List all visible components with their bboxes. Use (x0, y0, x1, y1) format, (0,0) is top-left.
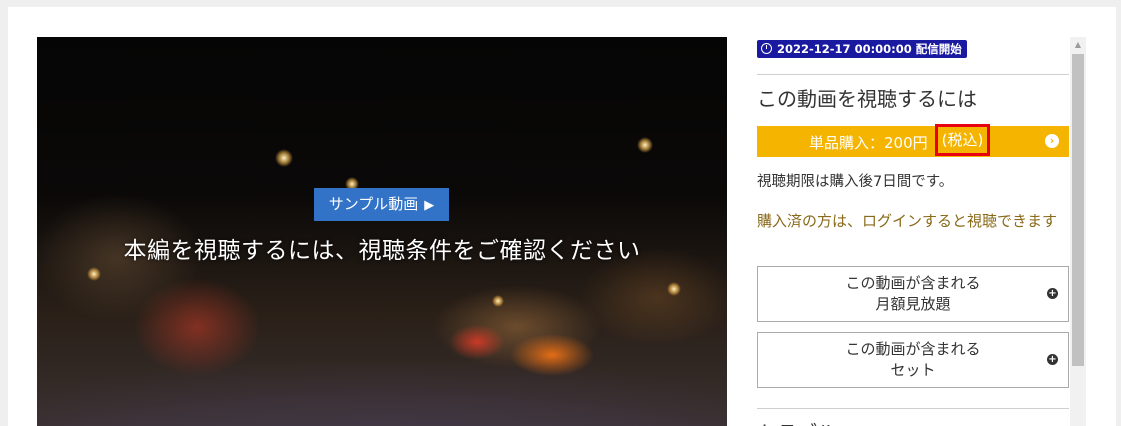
divider (757, 408, 1069, 409)
viewing-conditions-message: 本編を視聴するには、視聴条件をご確認ください (123, 238, 641, 264)
panel-scrollbar[interactable]: ▲ (1070, 37, 1086, 426)
subscription-option-button[interactable]: この動画が含まれる 月額見放題 + (757, 266, 1069, 322)
street-light (667, 282, 681, 296)
tax-included-note: (税込) (935, 124, 990, 156)
play-arrow-icon: ▶ (424, 198, 435, 213)
street-light (637, 137, 653, 153)
trouble-heading: トラブル (757, 417, 837, 426)
plus-circle-icon: + (1047, 288, 1058, 299)
plus-circle-icon: + (1047, 354, 1058, 365)
scroll-thumb[interactable] (1072, 54, 1084, 366)
option-line-1: この動画が含まれる (845, 340, 981, 358)
single-purchase-button[interactable]: 単品購入：200円 (税込) › (757, 124, 1069, 157)
street-light (87, 267, 101, 281)
purchase-panel: 2022-12-17 00:00:00 配信開始 この動画を視聴するには 単品購… (757, 7, 1069, 426)
panel-heading: この動画を視聴するには (757, 87, 977, 111)
street-light (492, 295, 504, 307)
chevron-right-circle-icon: › (1045, 134, 1059, 148)
login-prompt-link[interactable]: 購入済の方は、ログインすると視聴できます (757, 209, 1067, 233)
street-light (275, 149, 293, 167)
scroll-up-arrow-icon[interactable]: ▲ (1070, 37, 1086, 53)
video-player[interactable]: サンプル動画 ▶ 本編を視聴するには、視聴条件をご確認ください (37, 37, 727, 426)
option-line-2: 月額見放題 (875, 295, 951, 313)
set-option-button[interactable]: この動画が含まれる セット + (757, 332, 1069, 388)
clock-icon (761, 43, 772, 54)
release-date-text: 2022-12-17 00:00:00 配信開始 (777, 42, 962, 56)
purchase-price-label: 単品購入：200円 (809, 134, 928, 152)
release-date-badge: 2022-12-17 00:00:00 配信開始 (757, 40, 967, 58)
sample-video-label: サンプル動画 (328, 195, 419, 213)
divider (757, 74, 1069, 75)
option-line-2: セット (890, 361, 936, 379)
viewing-period-note: 視聴期限は購入後7日間です。 (757, 174, 954, 190)
option-line-1: この動画が含まれる (845, 274, 981, 292)
content-card: サンプル動画 ▶ 本編を視聴するには、視聴条件をご確認ください 2022-12-1… (8, 7, 1116, 426)
sample-video-button[interactable]: サンプル動画 ▶ (314, 188, 449, 221)
